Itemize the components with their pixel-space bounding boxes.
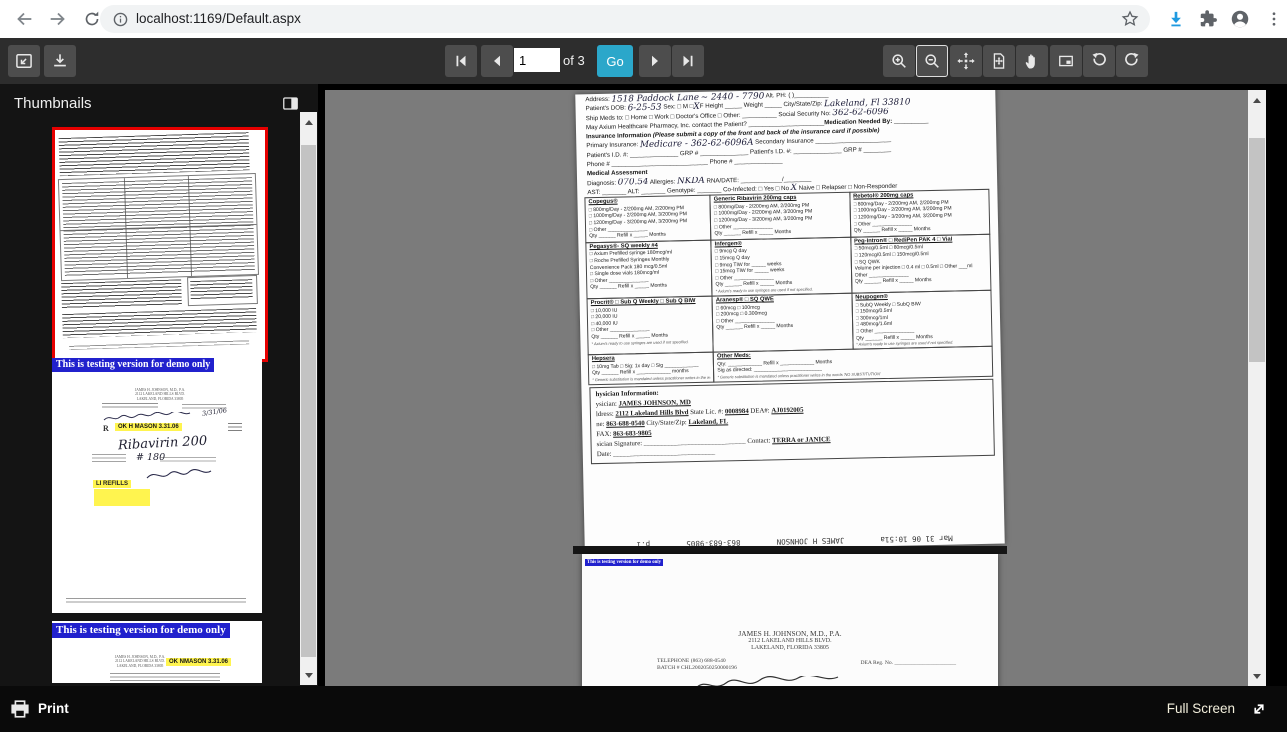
scroll-up-icon[interactable]: [300, 114, 317, 130]
medication-box: Neupogen® □ SubQ Weekly □ SubQ BIW □ 150mc…: [851, 289, 993, 350]
zoom-out-button[interactable]: [916, 45, 948, 77]
open-document-button[interactable]: [8, 45, 40, 77]
profile-avatar-icon[interactable]: [1228, 7, 1252, 31]
extensions-puzzle-icon[interactable]: [1196, 7, 1220, 31]
label-scribble: [110, 673, 220, 681]
rx-symbol: R: [103, 424, 109, 433]
rotate-clockwise-button[interactable]: [1116, 45, 1148, 77]
forward-icon[interactable]: [46, 7, 70, 31]
first-page-button[interactable]: [445, 45, 477, 77]
medication-box: Rebetol® 200mg caps □ 800mg/Day - 2/200mg…: [848, 189, 991, 238]
fax-footer-scribble: [66, 598, 246, 603]
print-button[interactable]: Print: [38, 686, 69, 732]
approval-highlight: OK NMASON 3.31.06: [166, 658, 232, 666]
document-viewport[interactable]: Address: 1518 Paddock Lane ~ 2440 - 7790…: [325, 90, 1248, 686]
medication-box-line: Qty ______ Refill x _____ Months: [853, 226, 931, 234]
thumbnail-page-2[interactable]: This is testing version for demo only JA…: [52, 358, 262, 613]
print-icon[interactable]: [8, 697, 32, 721]
medication-box: Other Meds: Qty: ____________ Refill x __…: [712, 345, 994, 383]
site-info-icon[interactable]: [108, 7, 132, 31]
letterhead-mini: JAMES H. JOHNSON, M.D., P.A. 2112 LAKELA…: [114, 655, 166, 668]
stamp-scribble: [228, 423, 242, 432]
fit-width-button[interactable]: [950, 45, 982, 77]
document-page-2: This is testing version for demo only JA…: [582, 554, 998, 686]
fit-page-button[interactable]: [983, 45, 1015, 77]
previous-page-button[interactable]: [481, 45, 513, 77]
letterhead: JAMES H. JOHNSON, M.D., P.A. 2112 LAKELA…: [738, 629, 842, 652]
page-number-input[interactable]: [514, 48, 560, 72]
dea-reg-line: DEA Reg. No. ______________________: [860, 660, 956, 666]
pan-hand-button[interactable]: [1016, 45, 1048, 77]
demo-banner: This is testing version for demo only: [52, 623, 230, 638]
fullscreen-expand-icon[interactable]: [1247, 697, 1271, 721]
viewer-content: Thumbnails This is testing version for d…: [0, 84, 1287, 686]
refills-highlight: LI REFILLS: [93, 480, 131, 488]
document-page-1: Address: 1518 Paddock Lane ~ 2440 - 7790…: [575, 90, 1005, 553]
scrollbar-thumb[interactable]: [301, 145, 316, 657]
address-bar[interactable]: localhost:1169/Default.aspx: [100, 5, 1150, 33]
thumbnail-page-3[interactable]: This is testing version for demo only JA…: [52, 621, 262, 683]
url-text[interactable]: localhost:1169/Default.aspx: [136, 11, 301, 26]
download-status-icon[interactable]: [1164, 7, 1188, 31]
panel-toggle-icon[interactable]: [278, 92, 302, 114]
thumbnails-panel: Thumbnails This is testing version for d…: [0, 84, 318, 686]
letterhead-mini: JAMES H. JOHNSON, M.D., P.A. 2112 LAKELA…: [134, 388, 186, 401]
medication-box: Copegus® □ 800mg/Day - 2/200mg AM, 2/200m…: [584, 194, 712, 244]
browser-menu-icon[interactable]: [1262, 7, 1286, 31]
handwriting-scribble: [697, 676, 839, 686]
note-scribble: [160, 457, 216, 464]
thumbnail-1-preview: [55, 130, 266, 359]
medication-box: Pegasys®- SQ weekly #4 □ Axium Prefilled …: [585, 239, 713, 300]
go-button[interactable]: Go: [597, 45, 633, 77]
medication-box-line: Qty ______ Refill x _____ Months: [716, 323, 794, 331]
physician-info: hysician Information: ysician: JAMES JOHN…: [589, 378, 995, 465]
refills-highlight-block: [94, 489, 150, 506]
thumbnails-scrollbar[interactable]: [300, 112, 317, 685]
browser-chrome: localhost:1169/Default.aspx: [0, 0, 1287, 39]
next-page-button[interactable]: [639, 45, 671, 77]
thumbnails-panel-title: Thumbnails: [14, 95, 92, 112]
bottom-bar: Print Full Screen: [0, 686, 1287, 732]
letterhead-contact: TELEPHONE (863) 688-0540 BATCH # CHL2002…: [657, 658, 737, 672]
save-download-button[interactable]: [44, 45, 76, 77]
approval-highlight: OK H MASON 3.31.06: [115, 423, 182, 431]
scroll-down-icon[interactable]: [1248, 668, 1266, 684]
medication-box-line: Qty ______ Refill x _____ Months: [590, 282, 668, 291]
medication-box: Generic Ribavirin 200mg caps □ 800mg/Day …: [709, 191, 851, 241]
medication-box: Infergen® □ 9mcg Q day □ 15mcg Q day □ 9mcg…: [710, 236, 853, 297]
medication-box: Peg-Intron® □ RediPen PAK 4 □ Vial □ 50mc…: [849, 233, 992, 294]
medication-box: Hepsera □ 10mg Tab □ Sig: 1x day □ Sig __…: [587, 351, 715, 386]
scrollbar-thumb[interactable]: [1249, 138, 1265, 362]
scroll-up-icon[interactable]: [1248, 92, 1266, 108]
marquee-zoom-button[interactable]: [1050, 45, 1082, 77]
demo-banner: This is testing version for demo only: [585, 559, 664, 566]
medication-box-line: Qty ______ Refill x _____ Months: [854, 277, 932, 286]
scroll-down-icon[interactable]: [300, 667, 317, 683]
medication-box: Procrit® □ Sub Q Weekly □ Sub Q BIW □ 10,…: [586, 295, 714, 356]
zoom-in-button[interactable]: [883, 45, 915, 77]
label-scribble: [92, 454, 126, 464]
fullscreen-button[interactable]: Full Screen: [1167, 686, 1235, 732]
form-header: Address: 1518 Paddock Lane ~ 2440 - 7790…: [585, 90, 991, 197]
medication-box-line: Qty ______ Refill x _____ Months: [714, 229, 792, 237]
page-count-label: of 3: [563, 53, 585, 68]
signature-scribble: [146, 469, 212, 479]
demo-banner: This is testing version for demo only: [52, 358, 215, 372]
medication-box-line: Qty ______ Refill x _____ Months: [589, 231, 667, 240]
medication-box: Aranesp® □ SQ QWE □ 60mcg □ 100mcg □ 200mc…: [711, 292, 854, 353]
medication-grid: Copegus® □ 800mg/Day - 2/200mg AM, 2/200m…: [584, 189, 994, 386]
label-scribble: [102, 403, 158, 410]
page-gap: [573, 546, 1007, 554]
handwritten-drug: Ribavirin 200: [117, 433, 208, 454]
rotate-counterclockwise-button[interactable]: [1083, 45, 1115, 77]
bookmark-star-icon[interactable]: [1118, 7, 1142, 31]
thumbnail-page-1[interactable]: [52, 127, 268, 362]
back-icon[interactable]: [12, 7, 36, 31]
last-page-button[interactable]: [672, 45, 704, 77]
document-scrollbar[interactable]: [1248, 90, 1266, 686]
viewer-toolbar: of 3 Go: [0, 38, 1287, 84]
